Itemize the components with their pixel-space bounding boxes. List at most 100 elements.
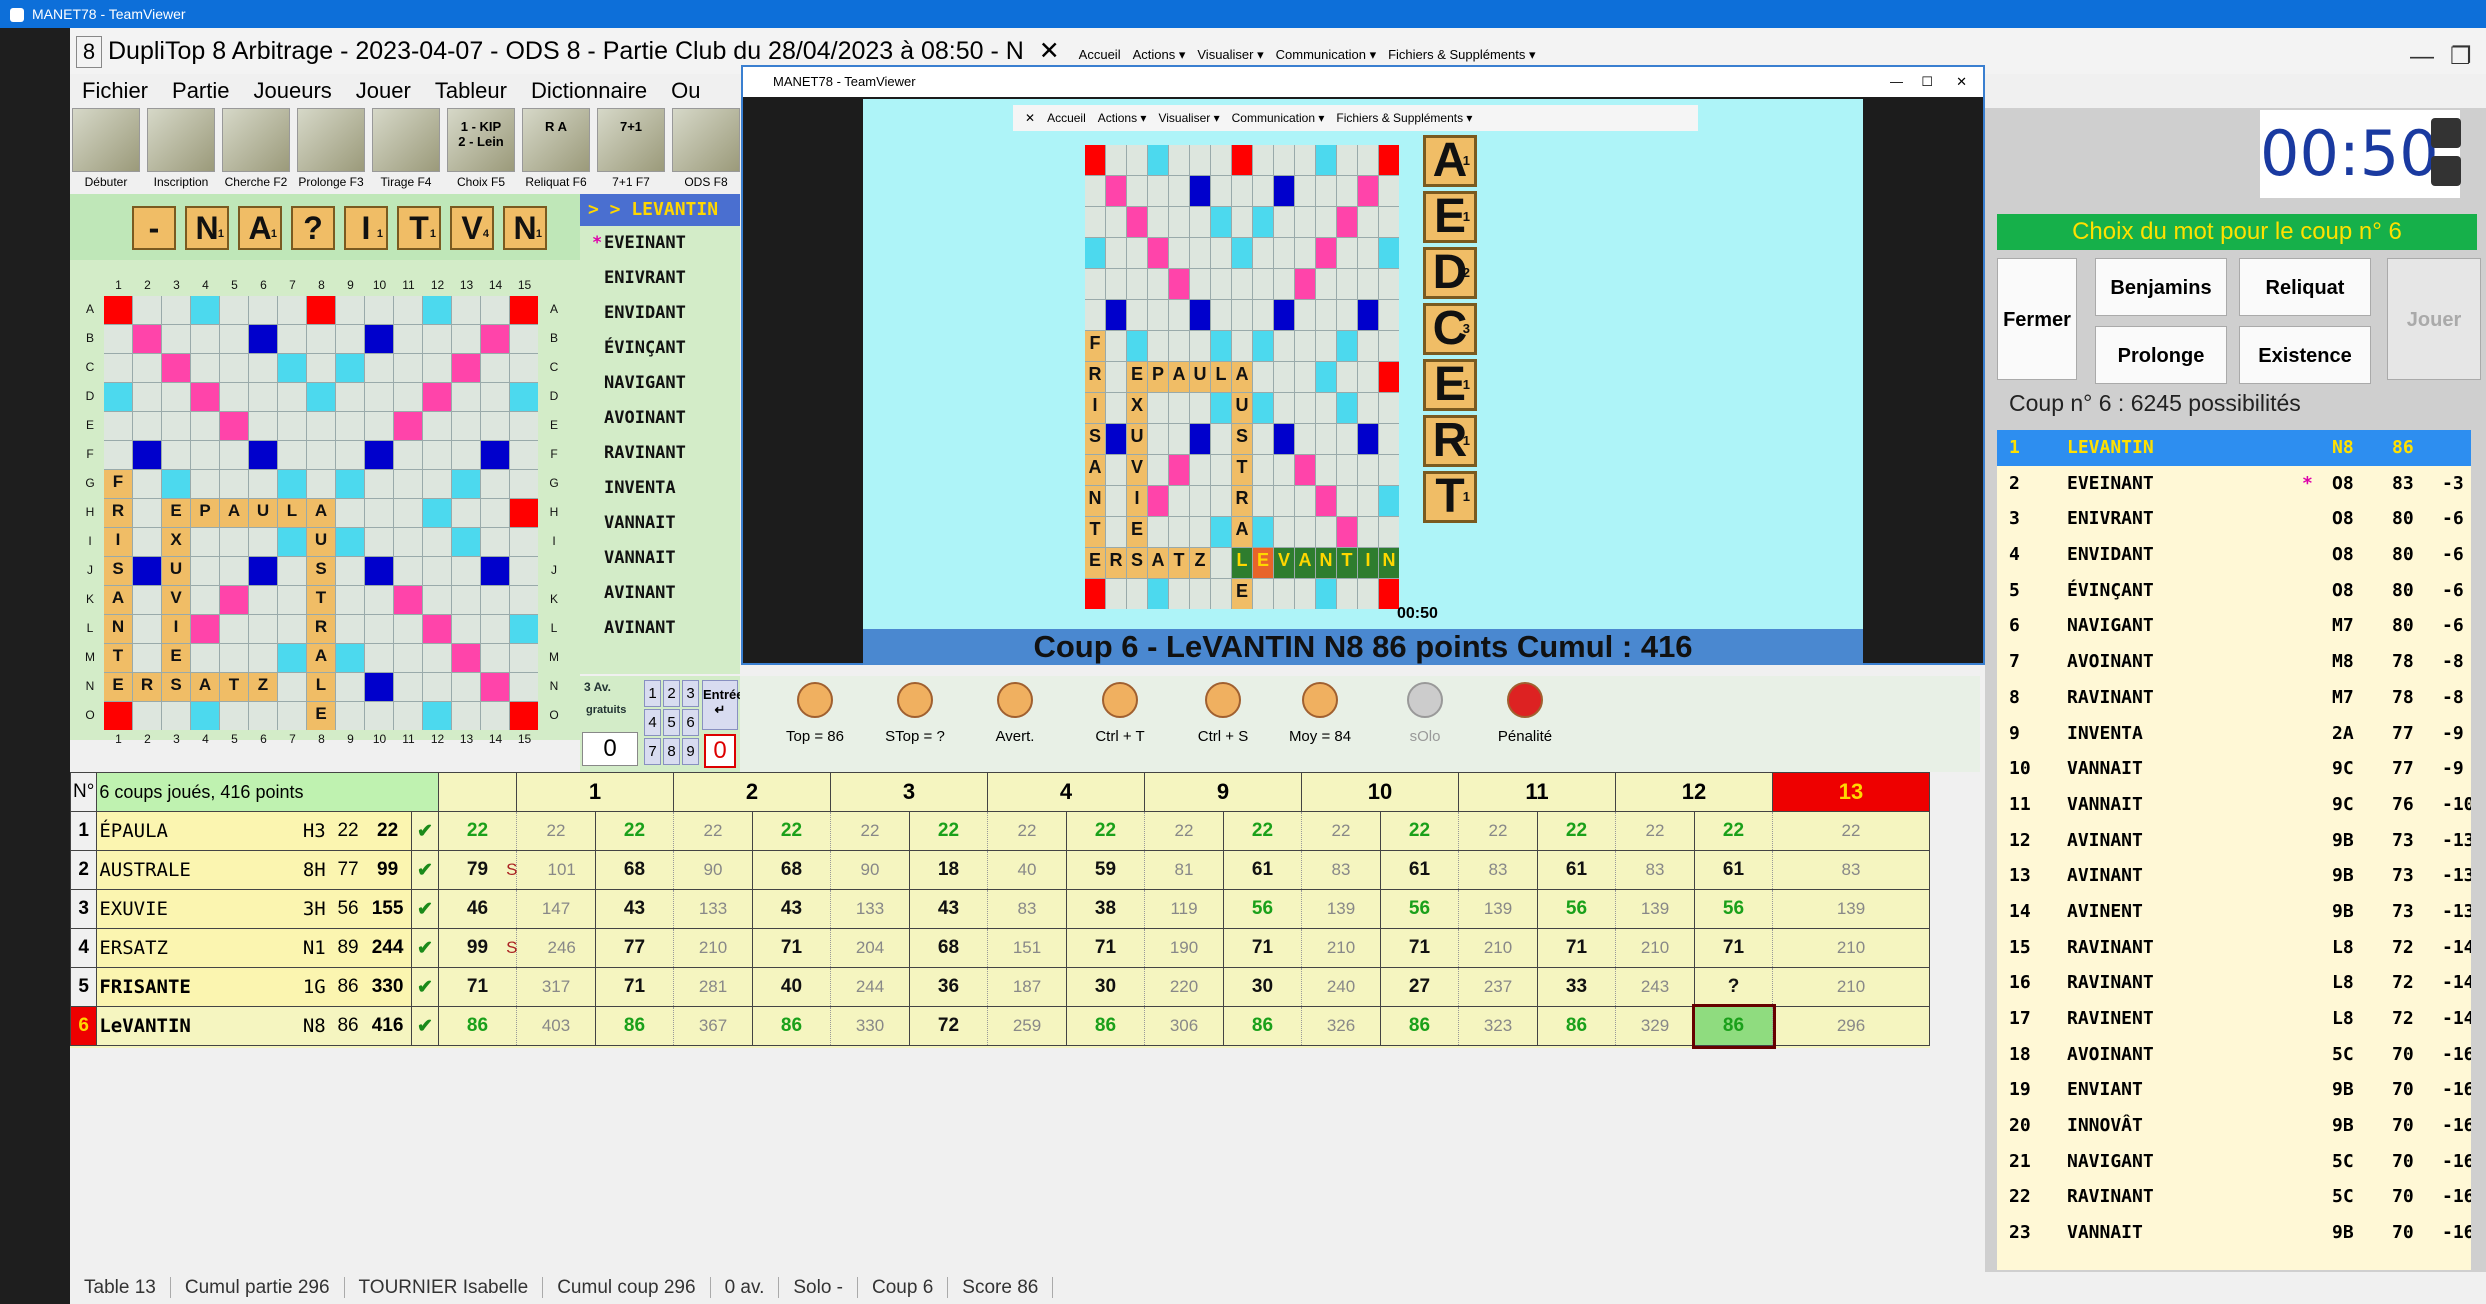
- player-column[interactable]: 2: [673, 772, 831, 812]
- rack-tile[interactable]: -: [132, 206, 176, 250]
- scores-row[interactable]: 3 EXUVIE 3H 56 155 ✔ 46 147 43 133 43 133 43 83 38 119 5…: [69, 889, 1930, 929]
- tool-button-5[interactable]: 1 - KIP 2 - Lein Choix F5: [445, 108, 517, 194]
- rack-tile[interactable]: N1: [185, 206, 229, 250]
- tool-button-1[interactable]: Inscription: [145, 108, 217, 194]
- word-item[interactable]: NAVIGANT: [580, 366, 740, 401]
- choice-row[interactable]: 13 AVINANT 9B 73 -13: [1997, 858, 2471, 894]
- choice-row[interactable]: 16 RAVINANT L8 72 -14: [1997, 965, 2471, 1001]
- menu-6[interactable]: Ou: [671, 74, 700, 108]
- word-item[interactable]: ÉVINÇANT: [580, 331, 740, 366]
- enter-key[interactable]: Entrée ↵: [702, 680, 743, 730]
- word-item[interactable]: VANNAIT: [580, 506, 740, 541]
- choice-row[interactable]: 7 AVOINANT M8 78 -8: [1997, 644, 2471, 680]
- word-item[interactable]: AVINANT: [580, 576, 740, 611]
- word-item[interactable]: INVENTA: [580, 471, 740, 506]
- tool-button-6[interactable]: R A Reliquat F6: [520, 108, 592, 194]
- remote-tool-3[interactable]: Communication ▾: [1232, 111, 1325, 125]
- word-item[interactable]: * EVEINANT: [580, 226, 740, 261]
- rack-tile[interactable]: N1: [503, 206, 547, 250]
- word-item[interactable]: ENIVRANT: [580, 261, 740, 296]
- player-column[interactable]: 11: [1458, 772, 1616, 812]
- tool-button-3[interactable]: Prolonge F3: [295, 108, 367, 194]
- choice-row[interactable]: 23 VANNAIT 9B 70 -16: [1997, 1215, 2471, 1251]
- judge-button-3[interactable]: Ctrl + T: [1075, 682, 1165, 768]
- rack-tile[interactable]: ?: [291, 206, 335, 250]
- existence-button[interactable]: Existence: [2239, 326, 2371, 384]
- tool-button-2[interactable]: Cherche F2: [220, 108, 292, 194]
- remote-tool-1[interactable]: Actions ▾: [1098, 111, 1147, 125]
- choice-row[interactable]: 8 RAVINANT M7 78 -8: [1997, 680, 2471, 716]
- digit-key[interactable]: 8: [663, 738, 680, 765]
- choice-row[interactable]: 11 VANNAIT 9C 76 -10: [1997, 787, 2471, 823]
- benjamins-button[interactable]: Benjamins: [2095, 258, 2227, 316]
- scores-row[interactable]: 2 AUSTRALE 8H 77 99 ✔ 79 S 101 68 90 68 90 18 40 59 81 61…: [69, 850, 1930, 890]
- judge-button-4[interactable]: Ctrl + S: [1178, 682, 1268, 768]
- player-column[interactable]: 4: [987, 772, 1145, 812]
- menu-5[interactable]: Dictionnaire: [531, 74, 647, 108]
- word-item[interactable]: ENVIDANT: [580, 296, 740, 331]
- restore-icon[interactable]: ❐: [2450, 34, 2472, 80]
- stop-icon[interactable]: [2431, 156, 2461, 186]
- rack-tile[interactable]: T1: [397, 206, 441, 250]
- scores-row[interactable]: 1 ÉPAULA H3 22 22 ✔ 22 22 22 22 22 22 22 22 22 22 22 22 22…: [69, 811, 1930, 851]
- judge-button-5[interactable]: Moy = 84: [1275, 682, 1365, 768]
- menu-4[interactable]: Tableur: [435, 74, 507, 108]
- remote-tool-4[interactable]: Fichiers & Suppléments ▾: [1336, 111, 1472, 125]
- rack-tile[interactable]: I1: [344, 206, 388, 250]
- menu-2[interactable]: Joueurs: [254, 74, 332, 108]
- choice-row[interactable]: 5 ÉVINÇANT O8 80 -6: [1997, 573, 2471, 609]
- remote-tool-0[interactable]: Accueil: [1047, 111, 1086, 125]
- fermer-button[interactable]: Fermer: [1997, 258, 2077, 380]
- prolonge-button[interactable]: Prolonge: [2095, 326, 2227, 384]
- player-column[interactable]: 9: [1144, 772, 1302, 812]
- player-column[interactable]: 1: [516, 772, 674, 812]
- scores-row[interactable]: 6 LeVANTIN N8 86 416 ✔ 86 403 86 367 86 330 72 259 86 3…: [69, 1003, 1930, 1049]
- digit-key[interactable]: 1: [644, 680, 661, 707]
- judge-button-7[interactable]: Pénalité: [1480, 682, 1570, 768]
- remote-maximize-icon[interactable]: ☐: [1921, 67, 1933, 97]
- digit-key[interactable]: 3: [682, 680, 699, 707]
- av-count-field[interactable]: 0: [582, 732, 638, 766]
- tool-button-4[interactable]: Tirage F4: [370, 108, 442, 194]
- choice-row[interactable]: 15 RAVINANT L8 72 -14: [1997, 930, 2471, 966]
- tool-button-8[interactable]: ODS F8: [670, 108, 742, 194]
- menu-3[interactable]: Jouer: [356, 74, 411, 108]
- choice-row[interactable]: 6 NAVIGANT M7 80 -6: [1997, 608, 2471, 644]
- tool-button-0[interactable]: Débuter: [70, 108, 142, 194]
- word-item[interactable]: AVOINANT: [580, 401, 740, 436]
- menu-0[interactable]: Fichier: [82, 74, 148, 108]
- judge-button-0[interactable]: Top = 86: [770, 682, 860, 768]
- word-item[interactable]: VANNAIT: [580, 541, 740, 576]
- digit-key[interactable]: 7: [644, 738, 661, 765]
- digit-key[interactable]: 6: [682, 709, 699, 736]
- rack-tile[interactable]: A1: [238, 206, 282, 250]
- judge-button-1[interactable]: STop = ?: [870, 682, 960, 768]
- choice-row[interactable]: 14 AVINENT 9B 73 -13: [1997, 894, 2471, 930]
- choice-row[interactable]: 17 RAVINENT L8 72 -14: [1997, 1001, 2471, 1037]
- choice-row[interactable]: 2 EVEINANT * O8 83 -3: [1997, 466, 2471, 502]
- pause-icon[interactable]: [2431, 118, 2461, 148]
- choice-row[interactable]: 20 INNOVÂT 9B 70 -16: [1997, 1108, 2471, 1144]
- player-column[interactable]: 3: [830, 772, 988, 812]
- digit-key[interactable]: 9: [682, 738, 699, 765]
- choice-row[interactable]: 3 ENIVRANT O8 80 -6: [1997, 501, 2471, 537]
- scores-row[interactable]: 5 FRISANTE 1G 86 330 ✔ 71 317 71 281 40 244 36 187 30 2…: [69, 967, 1930, 1007]
- remote-tool-2[interactable]: Visualiser ▾: [1158, 111, 1219, 125]
- scrabble-board[interactable]: FREPAULAIXUSUSAVTNIRTEAERSATZLE: [104, 296, 538, 730]
- close-session-icon[interactable]: ✕: [1039, 37, 1060, 65]
- word-item[interactable]: AVINANT: [580, 611, 740, 646]
- choice-row[interactable]: 19 ENVIANT 9B 70 -16: [1997, 1072, 2471, 1108]
- jouer-button[interactable]: Jouer: [2387, 258, 2481, 380]
- choice-row[interactable]: 1 LEVANTIN N8 86: [1997, 430, 2471, 466]
- remote-close-session-icon[interactable]: ✕: [1025, 111, 1035, 125]
- judge-button-6[interactable]: sOlo: [1380, 682, 1470, 768]
- choice-row[interactable]: 9 INVENTA 2A 77 -9: [1997, 716, 2471, 752]
- choice-row[interactable]: 21 NAVIGANT 5C 70 -16: [1997, 1144, 2471, 1180]
- choice-row[interactable]: 12 AVINANT 9B 73 -13: [1997, 823, 2471, 859]
- choice-row[interactable]: 10 VANNAIT 9C 77 -9: [1997, 751, 2471, 787]
- player-column[interactable]: 13: [1772, 772, 1930, 812]
- word-item[interactable]: RAVINANT: [580, 436, 740, 471]
- minimize-icon[interactable]: —: [2410, 34, 2434, 80]
- choice-row[interactable]: 4 ENVIDANT O8 80 -6: [1997, 537, 2471, 573]
- reliquat-button[interactable]: Reliquat: [2239, 258, 2371, 316]
